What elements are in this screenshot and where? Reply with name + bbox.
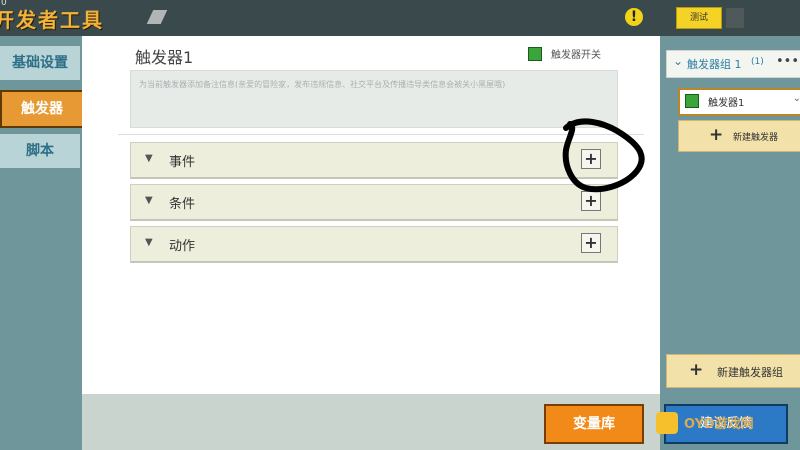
chevron-down-icon: ⌄	[792, 93, 800, 104]
chevron-down-icon[interactable]: ⌄	[673, 54, 683, 68]
trigger-list-item[interactable]: 触发器1 ⌄	[678, 88, 800, 116]
plus-icon: +	[689, 360, 704, 380]
more-options-icon[interactable]: •••	[776, 54, 799, 69]
new-trigger-group-label: 新建触发器组	[717, 366, 783, 379]
watermark-logo-icon	[656, 412, 678, 434]
plus-icon: +	[709, 125, 724, 145]
new-trigger-label: 新建触发器	[733, 133, 779, 143]
watermark-text: OYO游戏网	[684, 417, 754, 432]
variable-library-button[interactable]: 变量库	[544, 404, 644, 444]
trigger-item-checkbox[interactable]	[685, 94, 699, 108]
new-trigger-group-button[interactable]: + 新建触发器组	[666, 354, 800, 388]
trigger-group-count: (1)	[751, 57, 764, 67]
watermark: OYO游戏网	[656, 410, 800, 436]
trigger-group-label: 触发器组 1	[687, 58, 742, 71]
trigger-group-header[interactable]: ⌄ 触发器组 1 (1) •••	[666, 50, 800, 78]
new-trigger-button[interactable]: + 新建触发器	[678, 120, 800, 152]
trigger-item-label: 触发器1	[708, 98, 745, 109]
